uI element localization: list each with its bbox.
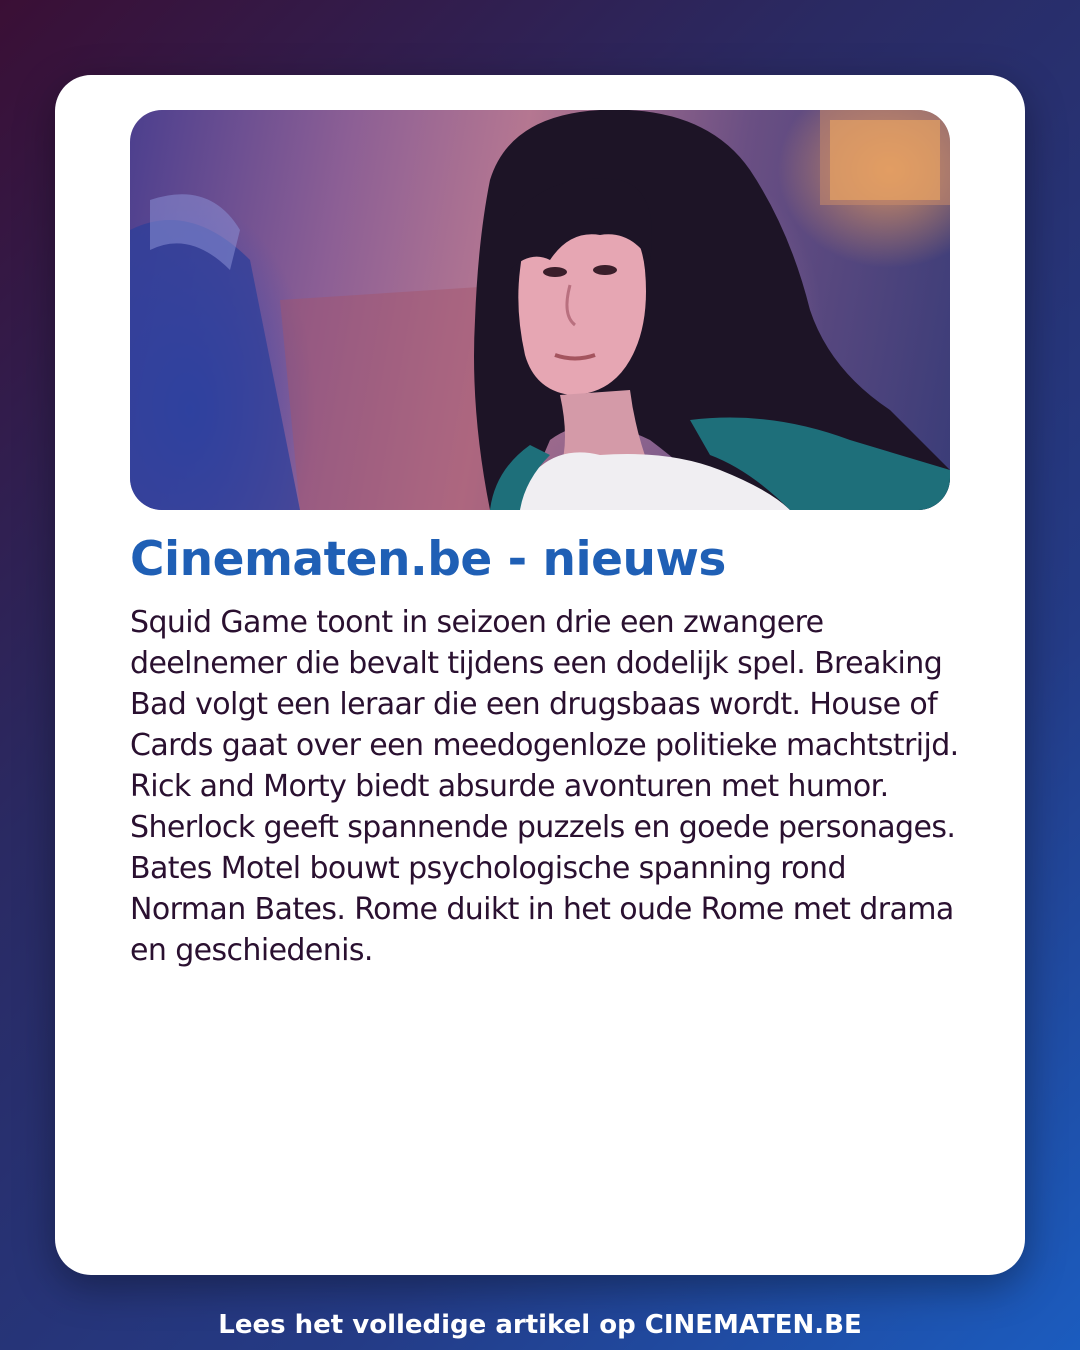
article-image-illustration (130, 110, 950, 510)
article-card: Cinematen.be - nieuws Squid Game toont i… (55, 75, 1025, 1275)
read-more-link[interactable]: Lees het volledige artikel op CINEMATEN.… (0, 1305, 1080, 1345)
article-summary: Squid Game toont in seizoen drie een zwa… (130, 605, 959, 968)
article-title[interactable]: Cinematen.be - nieuws (130, 530, 726, 590)
article-image[interactable] (130, 110, 950, 510)
